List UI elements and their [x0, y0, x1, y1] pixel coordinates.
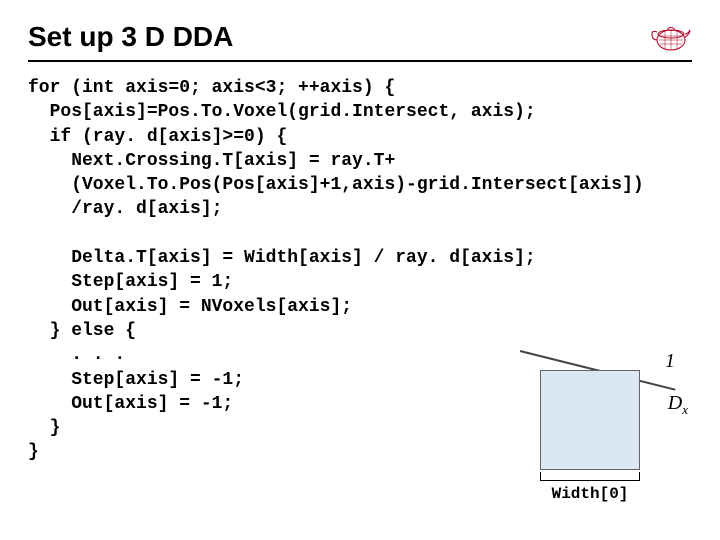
slide-title: Set up 3 D DDA	[28, 21, 233, 53]
dx-letter: D	[668, 392, 682, 414]
voxel-diagram: 1 Dx Width[0]	[520, 330, 680, 490]
title-row: Set up 3 D DDA	[28, 20, 692, 62]
dx-label: Dx	[668, 392, 688, 418]
width-bracket	[540, 472, 640, 484]
one-label: 1	[665, 350, 675, 373]
dx-sub: x	[682, 402, 688, 417]
utah-teapot-logo	[650, 20, 692, 54]
voxel-box	[540, 370, 640, 470]
width-label: Width[0]	[540, 485, 640, 503]
